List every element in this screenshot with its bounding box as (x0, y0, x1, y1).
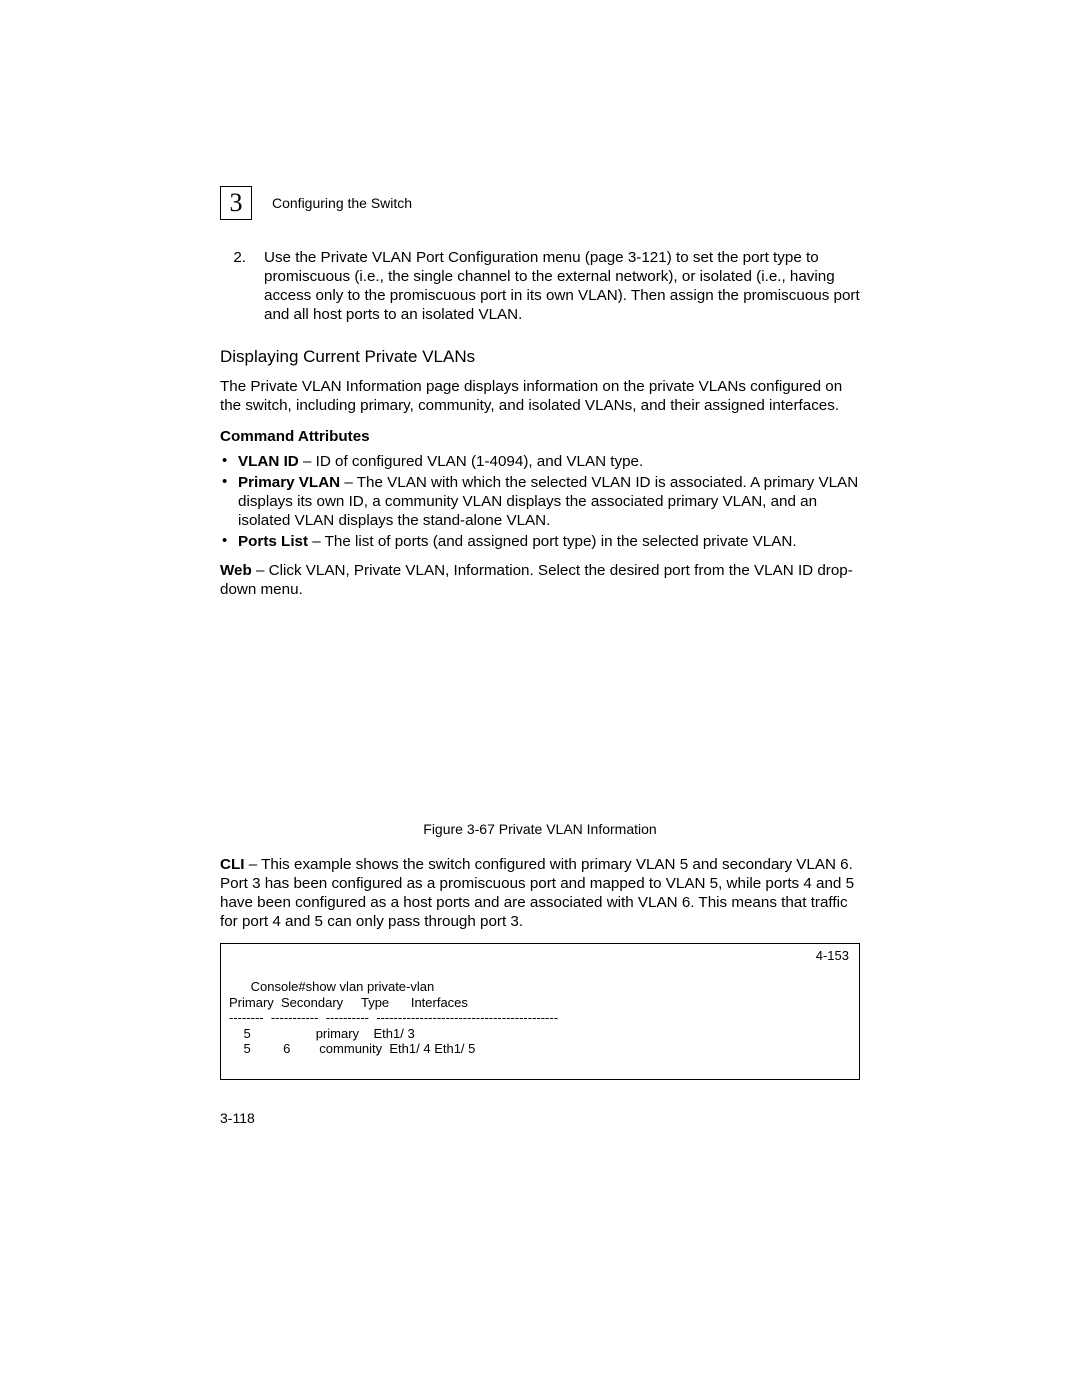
section-intro: The Private VLAN Information page displa… (220, 377, 860, 415)
cli-output-box: 4-153 Console#show vlan private-vlan Pri… (220, 943, 860, 1080)
running-head: Configuring the Switch (272, 195, 412, 211)
page-header: 3 Configuring the Switch (220, 186, 860, 220)
step-marker: 2. (220, 248, 246, 324)
cli-output-text: Console#show vlan private-vlan Primary S… (229, 979, 558, 1056)
chapter-number-box: 3 (220, 186, 252, 220)
attr-term: Primary VLAN (238, 474, 340, 491)
web-text: – Click VLAN, Private VLAN, Information.… (220, 562, 853, 598)
attr-desc: – ID of configured VLAN (1-4094), and VL… (299, 453, 643, 470)
attr-term: VLAN ID (238, 453, 299, 470)
figure-caption: Figure 3-67 Private VLAN Information (220, 821, 860, 839)
page-body: 2. Use the Private VLAN Port Configurati… (220, 248, 860, 1127)
numbered-step-2: 2. Use the Private VLAN Port Configurati… (220, 248, 860, 324)
step-text: Use the Private VLAN Port Configuration … (264, 248, 860, 324)
cli-note: CLI – This example shows the switch conf… (220, 855, 860, 931)
command-attributes-list: VLAN ID – ID of configured VLAN (1-4094)… (220, 452, 860, 551)
attr-item-vlan-id: VLAN ID – ID of configured VLAN (1-4094)… (220, 452, 860, 471)
web-label: Web (220, 562, 252, 579)
cli-text: – This example shows the switch configur… (220, 856, 854, 930)
attr-desc: – The list of ports (and assigned port t… (308, 533, 797, 550)
cli-label: CLI (220, 856, 244, 873)
web-note: Web – Click VLAN, Private VLAN, Informat… (220, 561, 860, 599)
attr-item-ports-list: Ports List – The list of ports (and assi… (220, 532, 860, 551)
attr-item-primary-vlan: Primary VLAN – The VLAN with which the s… (220, 473, 860, 530)
attr-term: Ports List (238, 533, 308, 550)
section-title: Displaying Current Private VLANs (220, 346, 860, 367)
cli-page-ref: 4-153 (816, 948, 849, 964)
command-attributes-heading: Command Attributes (220, 427, 860, 446)
page: 3 Configuring the Switch 2. Use the Priv… (0, 0, 1080, 1397)
page-number: 3-118 (220, 1110, 860, 1128)
chapter-number: 3 (230, 188, 243, 218)
